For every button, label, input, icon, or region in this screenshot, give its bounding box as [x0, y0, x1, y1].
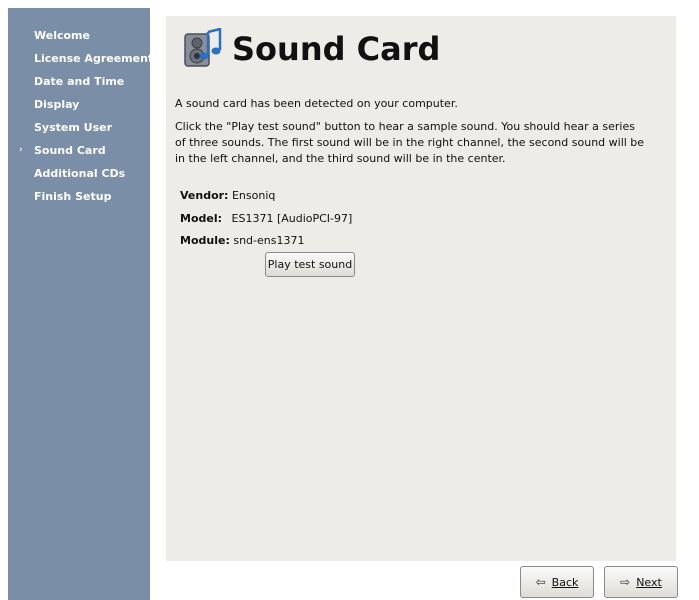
play-test-sound-button[interactable]: Play test sound — [265, 252, 355, 277]
instruction-line: Click the "Play test sound" button to he… — [175, 120, 635, 133]
sidebar-item-label: Additional CDs — [34, 167, 126, 180]
sidebar-navigation: Welcome License Agreement Date and Time … — [8, 8, 154, 600]
sidebar-item-display: Display — [8, 93, 150, 116]
sidebar-item-license-agreement: License Agreement — [8, 47, 154, 70]
sidebar-item-label: Sound Card — [34, 144, 106, 157]
sidebar-item-label: Date and Time — [34, 75, 125, 88]
model-row: Model: ES1371 [AudioPCI-97] — [180, 212, 352, 225]
back-button[interactable]: ⇦ Back — [520, 566, 594, 598]
next-button-label: Next — [636, 575, 662, 589]
detected-message: A sound card has been detected on your c… — [175, 97, 458, 110]
vendor-label: Vendor: — [180, 189, 229, 202]
instruction-line: in the left channel, and the third sound… — [175, 152, 506, 165]
sidebar-item-label: License Agreement — [34, 52, 154, 65]
sidebar-item-welcome: Welcome — [8, 24, 150, 47]
sidebar-item-finish-setup: Finish Setup — [8, 185, 150, 208]
page-title: Sound Card — [232, 30, 441, 68]
arrow-left-icon: ⇦ — [535, 575, 546, 589]
main-content: Sound Card A sound card has been detecte… — [150, 8, 691, 600]
vendor-row: Vendor: Ensoniq — [180, 189, 275, 202]
sidebar-item-label: System User — [34, 121, 113, 134]
instruction-line: of three sounds. The first sound will be… — [175, 136, 645, 149]
sound-card-panel: Sound Card A sound card has been detecte… — [166, 16, 676, 561]
module-row: Module: snd-ens1371 — [180, 234, 304, 247]
sidebar-item-system-user: System User — [8, 116, 150, 139]
vendor-value: Ensoniq — [231, 189, 276, 202]
sidebar-item-sound-card: › Sound Card — [8, 139, 150, 162]
sidebar-item-additional-cds: Additional CDs — [8, 162, 150, 185]
sidebar-item-label: Welcome — [34, 29, 90, 42]
sidebar-item-date-and-time: Date and Time — [8, 70, 150, 93]
module-label: Module: — [180, 234, 230, 247]
module-value: snd-ens1371 — [233, 234, 305, 247]
model-value: ES1371 [AudioPCI-97] — [231, 212, 353, 225]
model-label: Model: — [180, 212, 223, 225]
speaker-music-icon — [184, 28, 222, 67]
sidebar-item-label: Finish Setup — [34, 190, 112, 203]
back-button-label: Back — [551, 575, 579, 589]
sidebar-item-label: Display — [34, 98, 80, 111]
current-step-arrow-icon: › — [19, 145, 23, 155]
arrow-right-icon: ⇨ — [620, 575, 631, 589]
next-button[interactable]: ⇨ Next — [604, 566, 678, 598]
instruction-text: Click the "Play test sound" button to he… — [175, 119, 655, 167]
